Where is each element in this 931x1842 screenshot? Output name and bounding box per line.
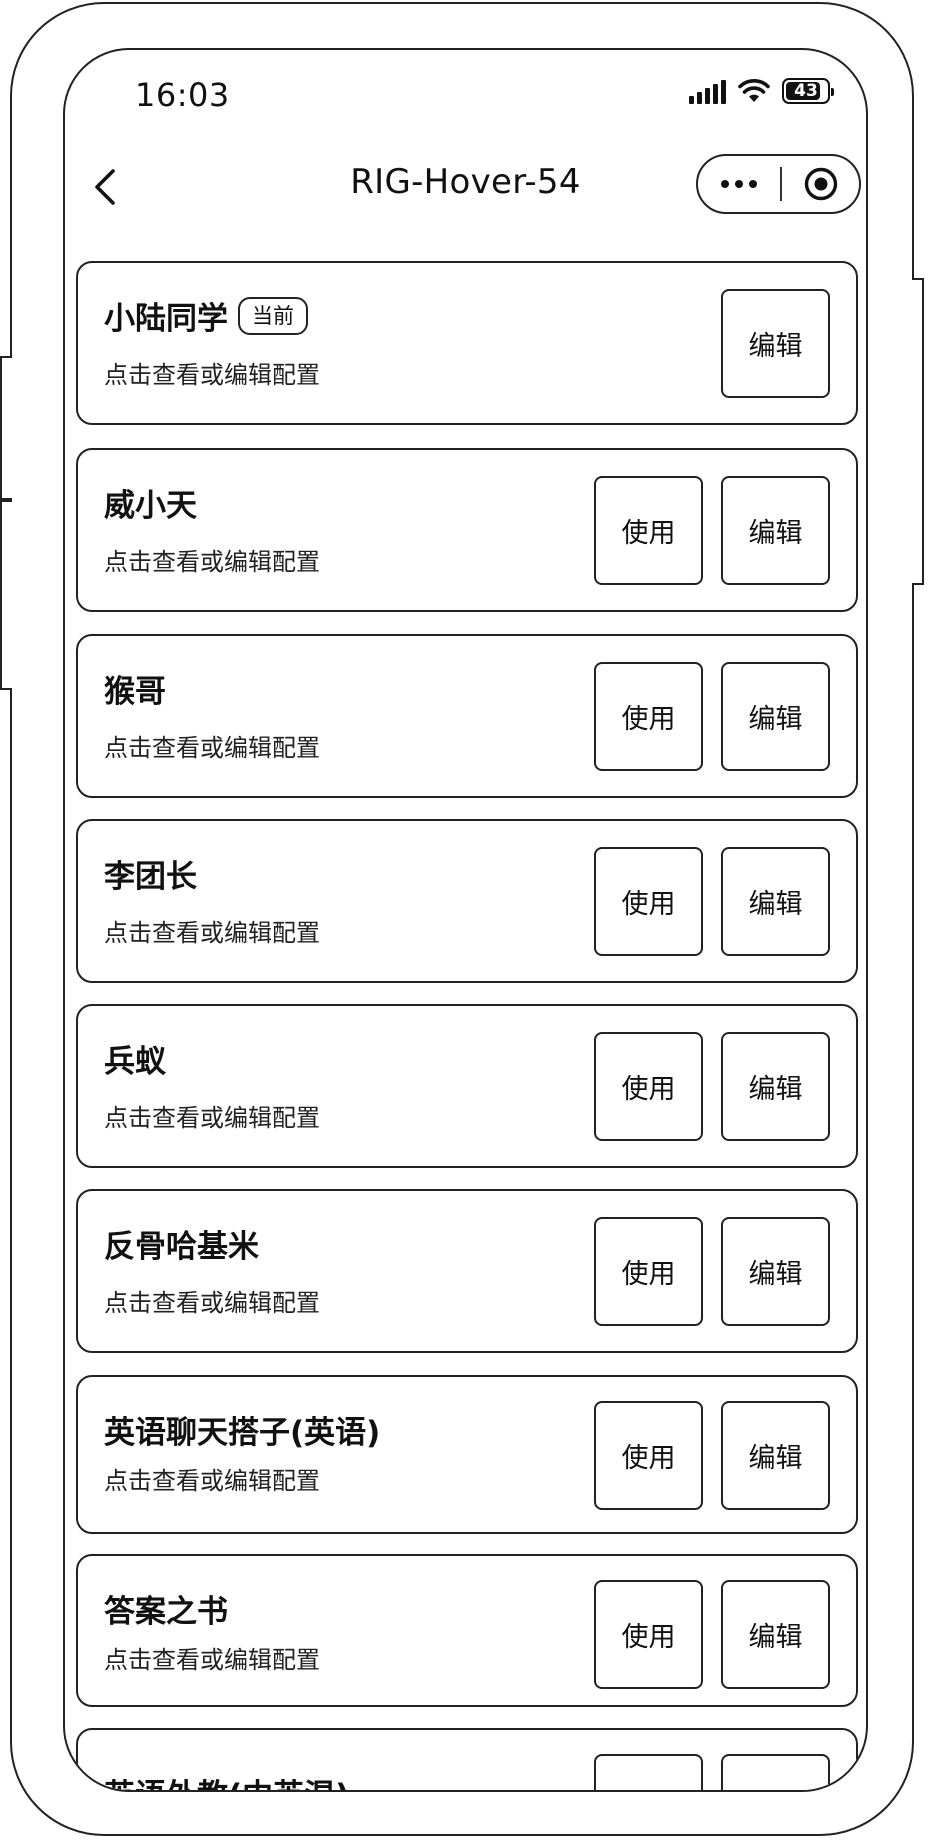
agent-card[interactable]: 反骨哈基米 点击查看或编辑配置 使用 编辑 — [76, 1189, 858, 1353]
edit-button[interactable]: 编辑 — [721, 1580, 830, 1689]
agent-card[interactable]: 猴哥 点击查看或编辑配置 使用 编辑 — [76, 634, 858, 798]
agent-description: 点击查看或编辑配置 — [104, 919, 320, 947]
edit-button[interactable]: 编辑 — [721, 289, 830, 398]
card-title-row: 猴哥 — [104, 666, 166, 711]
more-icon[interactable] — [698, 156, 780, 212]
status-time: 16:03 — [135, 76, 230, 114]
use-button[interactable]: 使用 — [594, 1217, 703, 1326]
edit-button[interactable]: 编辑 — [721, 1032, 830, 1141]
phone-mockup: 16:03 43 RIG-Hover-54 小陆同学 当前 点击查看或编辑配置 … — [0, 0, 931, 1842]
edit-button[interactable]: 编辑 — [721, 847, 830, 956]
agent-card[interactable]: 答案之书 点击查看或编辑配置 使用 编辑 — [76, 1554, 858, 1707]
card-title-row: 反骨哈基米 — [104, 1221, 259, 1266]
miniprogram-capsule — [696, 154, 861, 214]
card-title-row: 威小天 — [104, 480, 197, 525]
agent-description: 点击查看或编辑配置 — [104, 548, 320, 576]
agent-description: 点击查看或编辑配置 — [104, 734, 320, 762]
card-title-row: 小陆同学 当前 — [104, 293, 308, 338]
agent-name: 猴哥 — [104, 674, 166, 710]
use-button[interactable]: 使用 — [594, 662, 703, 771]
agent-description: 点击查看或编辑配置 — [104, 1646, 320, 1674]
use-button[interactable]: 使用 — [594, 476, 703, 585]
agent-description: 点击查看或编辑配置 — [104, 361, 320, 389]
use-button[interactable]: 使用 — [594, 847, 703, 956]
edit-button[interactable]: 编辑 — [721, 662, 830, 771]
card-title-row: 英语外教(中英混) — [104, 1770, 349, 1790]
use-button[interactable]: 使用 — [594, 1032, 703, 1141]
power-button — [912, 278, 924, 585]
agent-description: 点击查看或编辑配置 — [104, 1104, 320, 1132]
agent-description: 点击查看或编辑配置 — [104, 1467, 320, 1495]
card-title-row: 兵蚁 — [104, 1036, 166, 1081]
use-button[interactable]: 使用 — [594, 1754, 703, 1790]
agent-description: 点击查看或编辑配置 — [104, 1289, 320, 1317]
use-button[interactable]: 使用 — [594, 1580, 703, 1689]
close-miniprogram-icon[interactable] — [782, 156, 859, 212]
screen: 16:03 43 RIG-Hover-54 小陆同学 当前 点击查看或编辑配置 … — [63, 48, 868, 1792]
status-icons: 43 — [689, 78, 834, 104]
cellular-signal-icon — [689, 78, 726, 104]
edit-button[interactable]: 编辑 — [721, 1217, 830, 1326]
agent-name: 李团长 — [104, 859, 197, 895]
agent-card[interactable]: 英语聊天搭子(英语) 点击查看或编辑配置 使用 编辑 — [76, 1375, 858, 1534]
battery-icon: 43 — [782, 78, 834, 104]
agent-card[interactable]: 威小天 点击查看或编辑配置 使用 编辑 — [76, 448, 858, 612]
agent-name: 答案之书 — [104, 1594, 228, 1630]
edit-button[interactable]: 编辑 — [721, 1754, 830, 1790]
agent-name: 兵蚁 — [104, 1044, 166, 1080]
volume-up-button — [0, 356, 12, 500]
agent-card[interactable]: 英语外教(中英混) 使用 编辑 — [76, 1728, 858, 1790]
battery-level: 43 — [794, 81, 818, 101]
card-title-row: 答案之书 — [104, 1586, 228, 1631]
volume-down-button — [0, 500, 12, 690]
agent-name: 小陆同学 — [104, 301, 228, 337]
edit-button[interactable]: 编辑 — [721, 476, 830, 585]
wifi-icon — [738, 79, 770, 102]
card-title-row: 李团长 — [104, 851, 197, 896]
agent-card-current[interactable]: 小陆同学 当前 点击查看或编辑配置 编辑 — [76, 261, 858, 425]
agent-name: 英语外教(中英混) — [104, 1770, 349, 1790]
agent-card[interactable]: 李团长 点击查看或编辑配置 使用 编辑 — [76, 819, 858, 983]
agent-card[interactable]: 兵蚁 点击查看或编辑配置 使用 编辑 — [76, 1004, 858, 1168]
agent-name: 反骨哈基米 — [104, 1229, 259, 1265]
agent-name: 英语聊天搭子(英语) — [104, 1415, 381, 1451]
agent-name: 威小天 — [104, 488, 197, 524]
current-badge: 当前 — [238, 296, 308, 335]
use-button[interactable]: 使用 — [594, 1401, 703, 1510]
card-title-row: 英语聊天搭子(英语) — [104, 1407, 380, 1452]
edit-button[interactable]: 编辑 — [721, 1401, 830, 1510]
